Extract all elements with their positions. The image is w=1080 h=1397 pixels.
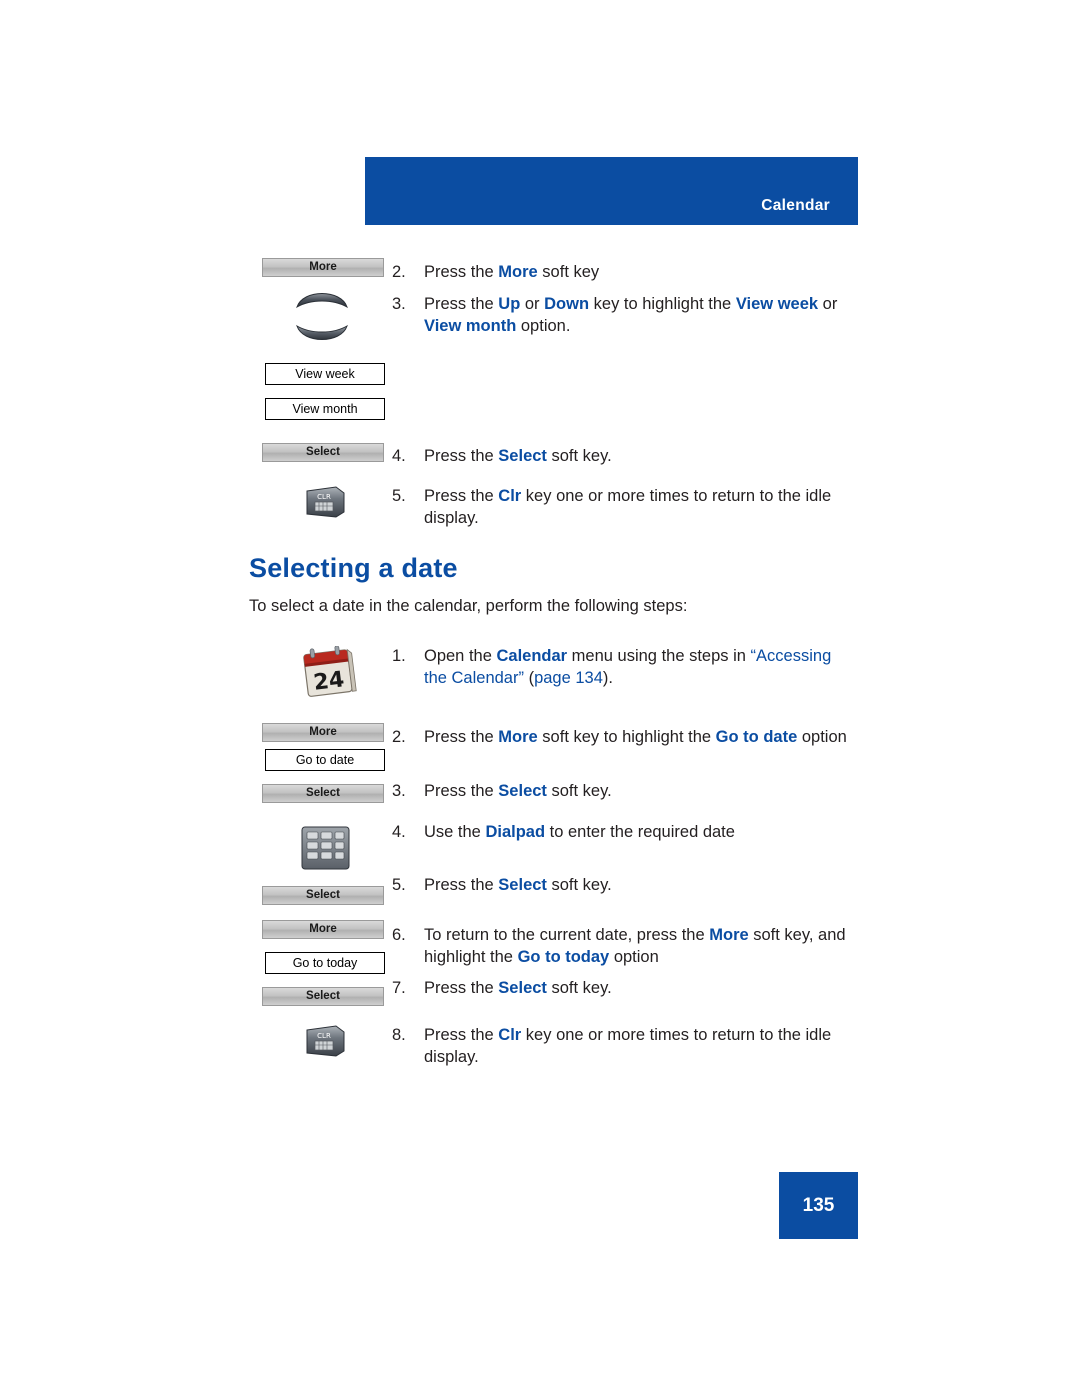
step-number: 8. — [392, 1026, 406, 1044]
page-header-title: Calendar — [761, 197, 830, 214]
step-date-6: 6. To return to the current date, press … — [392, 924, 852, 968]
section-heading: Selecting a date — [249, 553, 458, 583]
navigation-up-key-icon — [293, 285, 351, 311]
step-number: 6. — [392, 926, 406, 944]
step-top-5: 5. Press the Clr key one or more times t… — [392, 485, 842, 529]
step-number: 4. — [392, 823, 406, 841]
svg-text:CLR: CLR — [317, 493, 331, 501]
softkey-select-graphic-2: Select — [262, 784, 384, 803]
menu-item-view-week[interactable]: View week — [265, 363, 385, 385]
step-text: Use the Dialpad to enter the required da… — [424, 823, 735, 841]
softkey-select-graphic-4: Select — [262, 987, 384, 1006]
step-text: Press the Select soft key. — [424, 979, 612, 997]
page-number: 135 — [779, 1172, 858, 1239]
svg-text:24: 24 — [312, 667, 345, 696]
softkey-select-graphic-1: Select — [262, 443, 384, 462]
step-date-3: 3. Press the Select soft key. — [392, 780, 852, 802]
step-text: Press the Select soft key. — [424, 782, 612, 800]
step-number: 4. — [392, 447, 406, 465]
step-text: Press the Select soft key. — [424, 447, 612, 465]
step-text: Open the Calendar menu using the steps i… — [424, 647, 832, 687]
clr-key-icon-2: CLR — [304, 1024, 348, 1058]
menu-item-view-month[interactable]: View month — [265, 398, 385, 420]
step-text: Press the Clr key one or more times to r… — [424, 487, 832, 527]
step-number: 1. — [392, 647, 406, 665]
softkey-more-graphic-3: More — [262, 920, 384, 939]
step-text: Press the Clr key one or more times to r… — [424, 1026, 832, 1066]
step-number: 5. — [392, 487, 406, 505]
step-date-4: 4. Use the Dialpad to enter the required… — [392, 821, 852, 843]
menu-item-go-to-today[interactable]: Go to today — [265, 952, 385, 974]
step-top-2: 2. Press the More soft key — [392, 261, 842, 283]
step-number: 7. — [392, 979, 406, 997]
softkey-more-graphic-2: More — [262, 723, 384, 742]
step-number: 2. — [392, 263, 406, 281]
step-text: Press the More soft key — [424, 263, 600, 281]
page-reference-link[interactable]: page 134 — [534, 669, 603, 687]
step-number: 3. — [392, 782, 406, 800]
step-text: Press the More soft key to highlight the… — [424, 728, 847, 746]
calendar-icon: 24 — [300, 645, 358, 702]
clr-key-icon-1: CLR — [304, 485, 348, 519]
cross-reference-link[interactable]: “Accessing the Calendar” — [424, 647, 831, 687]
section-intro: To select a date in the calendar, perfor… — [249, 597, 688, 615]
step-date-7: 7. Press the Select soft key. — [392, 977, 852, 999]
step-text: Press the Select soft key. — [424, 876, 612, 894]
step-number: 5. — [392, 876, 406, 894]
navigation-down-key-icon — [293, 322, 351, 348]
softkey-select-graphic-3: Select — [262, 886, 384, 905]
step-top-3: 3. Press the Up or Down key to highlight… — [392, 293, 842, 337]
step-date-8: 8. Press the Clr key one or more times t… — [392, 1024, 852, 1068]
step-top-4: 4. Press the Select soft key. — [392, 445, 842, 467]
step-date-2: 2. Press the More soft key to highlight … — [392, 726, 852, 748]
step-number: 2. — [392, 728, 406, 746]
softkey-more-graphic-1: More — [262, 258, 384, 277]
step-number: 3. — [392, 295, 406, 313]
step-date-1: 1. Open the Calendar menu using the step… — [392, 645, 852, 689]
menu-item-go-to-date[interactable]: Go to date — [265, 749, 385, 771]
step-text: Press the Up or Down key to highlight th… — [424, 295, 838, 335]
step-text: To return to the current date, press the… — [424, 926, 846, 966]
step-date-5: 5. Press the Select soft key. — [392, 874, 852, 896]
page-header-band: Calendar — [365, 157, 858, 225]
svg-text:CLR: CLR — [317, 1032, 331, 1040]
dialpad-icon — [298, 824, 354, 872]
